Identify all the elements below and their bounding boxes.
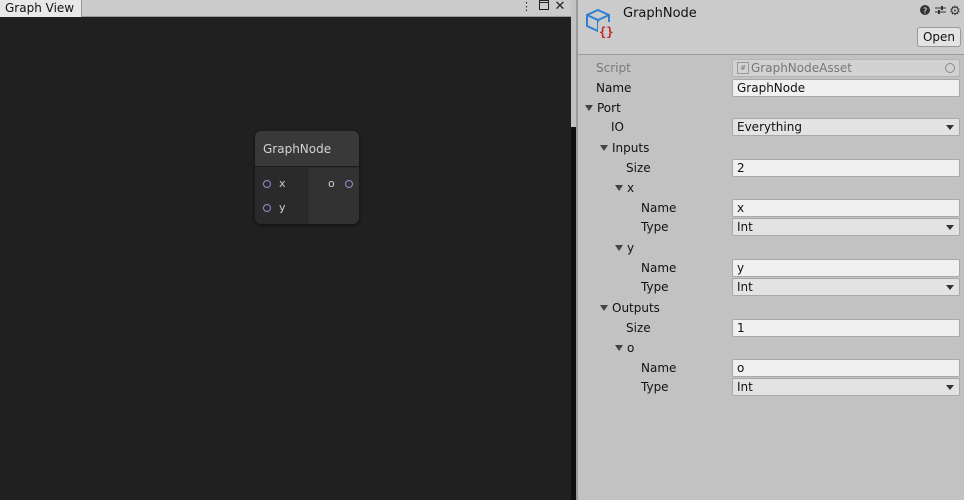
input-x-type-row: Type Int [578, 217, 964, 237]
output-element-label: o [615, 338, 634, 358]
inputs-foldout-label: Inputs [600, 138, 649, 158]
inspector-header: {} GraphNode ? ⚙ Open [578, 0, 964, 55]
outputs-size-row: Size 1 [578, 318, 964, 338]
open-button[interactable]: Open [917, 27, 961, 47]
input-x-name-label: Name [641, 201, 677, 215]
name-row: Name GraphNode [578, 78, 964, 98]
input-y-name-field[interactable]: y [732, 259, 960, 277]
input-y-type-row: Type Int [578, 277, 964, 297]
foldout-arrow-icon [615, 344, 623, 351]
output-o-name-label: Name [641, 361, 677, 375]
output-o-name-field[interactable]: o [732, 359, 960, 377]
graph-node[interactable]: GraphNode x y o [255, 131, 359, 224]
outputs-size-field[interactable]: 1 [732, 319, 960, 337]
preset-icon[interactable] [933, 5, 947, 19]
port-label: x [279, 177, 286, 190]
input-port-x[interactable]: x [255, 176, 307, 192]
io-dropdown[interactable]: Everything [732, 118, 960, 136]
script-asset-icon: {} [586, 8, 616, 39]
port-foldout-label: Port [585, 98, 621, 118]
input-element-y-foldout[interactable]: y [578, 238, 964, 258]
output-port-o[interactable]: o [308, 176, 359, 192]
foldout-arrow-icon [600, 144, 608, 151]
input-x-type-dropdown[interactable]: Int [732, 218, 960, 236]
port-connector-icon[interactable] [345, 180, 353, 188]
output-element-o-foldout[interactable]: o [578, 338, 964, 358]
name-field[interactable]: GraphNode [732, 79, 960, 97]
chevron-down-icon [946, 225, 954, 230]
inputs-size-row: Size 2 [578, 158, 964, 178]
output-o-type-label: Type [641, 380, 669, 394]
inputs-size-label: Size [626, 161, 651, 175]
port-label: y [279, 201, 286, 214]
port-label: o [328, 177, 335, 190]
object-picker-icon [945, 63, 955, 73]
outputs-size-label: Size [626, 321, 651, 335]
port-connector-icon[interactable] [263, 180, 271, 188]
chevron-down-icon [946, 385, 954, 390]
input-x-type-label: Type [641, 220, 669, 234]
input-y-type-dropdown[interactable]: Int [732, 278, 960, 296]
output-o-type-dropdown[interactable]: Int [732, 378, 960, 396]
maximize-icon[interactable] [538, 0, 550, 14]
outputs-foldout-label: Outputs [600, 298, 660, 318]
io-row: IO Everything [578, 117, 964, 137]
node-input-container: x y [255, 168, 307, 224]
node-title: GraphNode [255, 131, 359, 167]
input-element-label: x [615, 178, 634, 198]
input-x-name-field[interactable]: x [732, 199, 960, 217]
input-element-x-foldout[interactable]: x [578, 178, 964, 198]
input-y-name-row: Name y [578, 258, 964, 278]
io-label: IO [611, 120, 624, 134]
inputs-foldout[interactable]: Inputs [578, 138, 964, 158]
port-foldout[interactable]: Port [578, 98, 964, 118]
input-port-y[interactable]: y [255, 200, 307, 216]
chevron-down-icon [946, 285, 954, 290]
output-o-name-row: Name o [578, 358, 964, 378]
close-icon[interactable]: ✕ [554, 0, 566, 14]
outputs-foldout[interactable]: Outputs [578, 298, 964, 318]
script-label: Script [596, 61, 631, 75]
chevron-down-icon [946, 125, 954, 130]
foldout-arrow-icon [615, 244, 623, 251]
script-file-icon: # [737, 61, 749, 74]
gear-icon[interactable]: ⚙ [948, 5, 962, 19]
foldout-arrow-icon [615, 184, 623, 191]
help-icon[interactable]: ? [918, 5, 932, 19]
input-y-name-label: Name [641, 261, 677, 275]
inspector-title: GraphNode [623, 6, 697, 21]
foldout-arrow-icon [585, 104, 593, 111]
script-field: # GraphNodeAsset [732, 59, 960, 77]
output-o-type-row: Type Int [578, 377, 964, 397]
inputs-size-field[interactable]: 2 [732, 159, 960, 177]
svg-text:?: ? [923, 7, 927, 16]
foldout-arrow-icon [600, 304, 608, 311]
graph-view-tab-bar: Graph View ⋮ ✕ [0, 0, 571, 17]
tab-graph-view[interactable]: Graph View [0, 0, 82, 17]
input-x-name-row: Name x [578, 198, 964, 218]
svg-text:{}: {} [599, 25, 613, 39]
input-y-type-label: Type [641, 280, 669, 294]
port-connector-icon[interactable] [263, 204, 271, 212]
kebab-menu-icon[interactable]: ⋮ [521, 0, 532, 14]
inspector-panel: {} GraphNode ? ⚙ Open Script # GraphNodeA… [578, 0, 964, 500]
node-output-container: o [307, 168, 359, 224]
script-value: GraphNodeAsset [751, 61, 852, 75]
graph-view-panel[interactable]: Graph View ⋮ ✕ GraphNode x y o [0, 0, 571, 500]
script-row: Script # GraphNodeAsset [578, 58, 964, 78]
name-label: Name [596, 81, 632, 95]
input-element-label: y [615, 238, 634, 258]
